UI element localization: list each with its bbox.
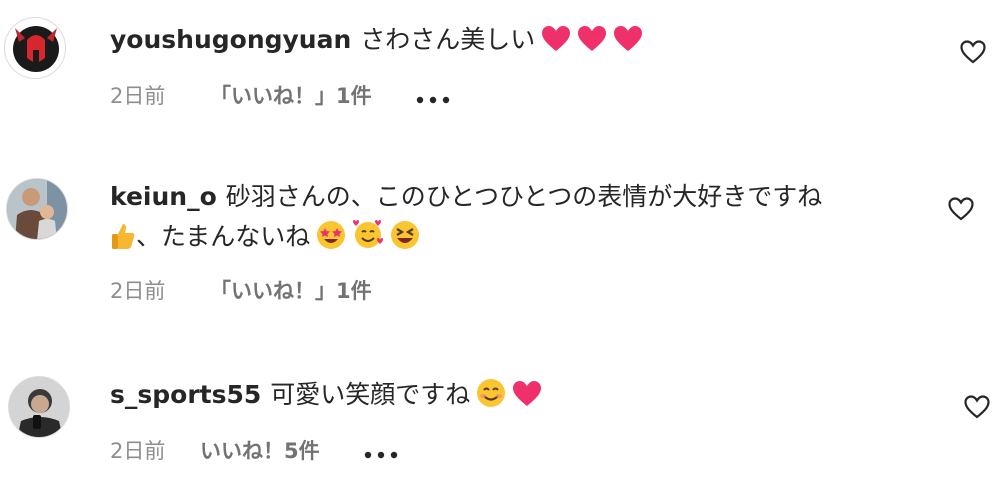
avatar[interactable] (8, 376, 70, 438)
comment-meta: 2日前 「いいね！」1件 (110, 275, 372, 305)
heart-emoji-icon (541, 23, 571, 67)
heart-emoji-icon (577, 23, 607, 67)
spartan-helmet-icon (13, 26, 59, 72)
like-heart-icon[interactable] (948, 197, 974, 221)
heart-emoji-icon (613, 23, 643, 67)
avatar[interactable] (6, 178, 68, 240)
comment-text-row: youshugongyuan さわさん美しい (110, 18, 643, 67)
timestamp[interactable]: 2日前 (110, 80, 210, 110)
smiling-face-with-hearts-emoji-icon (352, 220, 384, 264)
comment-body: 可愛い笑顔ですね (270, 380, 471, 409)
more-options-icon[interactable] (364, 440, 398, 464)
comment-body-line1: 砂羽さんの、このひとつひとつの表情が大好きですね (225, 182, 823, 211)
more-options-icon[interactable] (416, 85, 450, 109)
like-heart-icon[interactable] (960, 40, 986, 64)
heart-emoji-icon (512, 378, 542, 422)
likes-count[interactable]: いいね！5件 (200, 435, 320, 465)
likes-count[interactable]: 「いいね！」1件 (210, 275, 372, 305)
username[interactable]: keiun_o (110, 182, 217, 211)
star-struck-emoji-icon (316, 220, 346, 264)
timestamp[interactable]: 2日前 (110, 275, 210, 305)
comment-body: さわさん美しい (360, 25, 536, 54)
username[interactable]: s_sports55 (110, 380, 261, 409)
grinning-squinting-face-emoji-icon (390, 220, 420, 264)
person-with-child-photo-icon (7, 179, 67, 239)
comment-meta: 2日前 いいね！5件 (110, 435, 398, 465)
comment-meta: 2日前 「いいね！」1件 (110, 80, 450, 110)
comment-body-line2: 、たまんないね (136, 222, 311, 251)
thumbs-up-emoji-icon (110, 220, 136, 264)
comment-text-row: s_sports55 可愛い笑顔ですね (110, 373, 542, 422)
smiling-face-emoji-icon (476, 378, 506, 422)
likes-count[interactable]: 「いいね！」1件 (210, 80, 372, 110)
comment-text-row-2: 、たまんないね (110, 215, 420, 264)
comment-text-row: keiun_o 砂羽さんの、このひとつひとつの表情が大好きですね (110, 175, 822, 219)
timestamp[interactable]: 2日前 (110, 435, 210, 465)
person-photo-icon (9, 377, 69, 437)
like-heart-icon[interactable] (964, 395, 990, 419)
username[interactable]: youshugongyuan (110, 25, 351, 54)
avatar[interactable] (4, 17, 66, 79)
